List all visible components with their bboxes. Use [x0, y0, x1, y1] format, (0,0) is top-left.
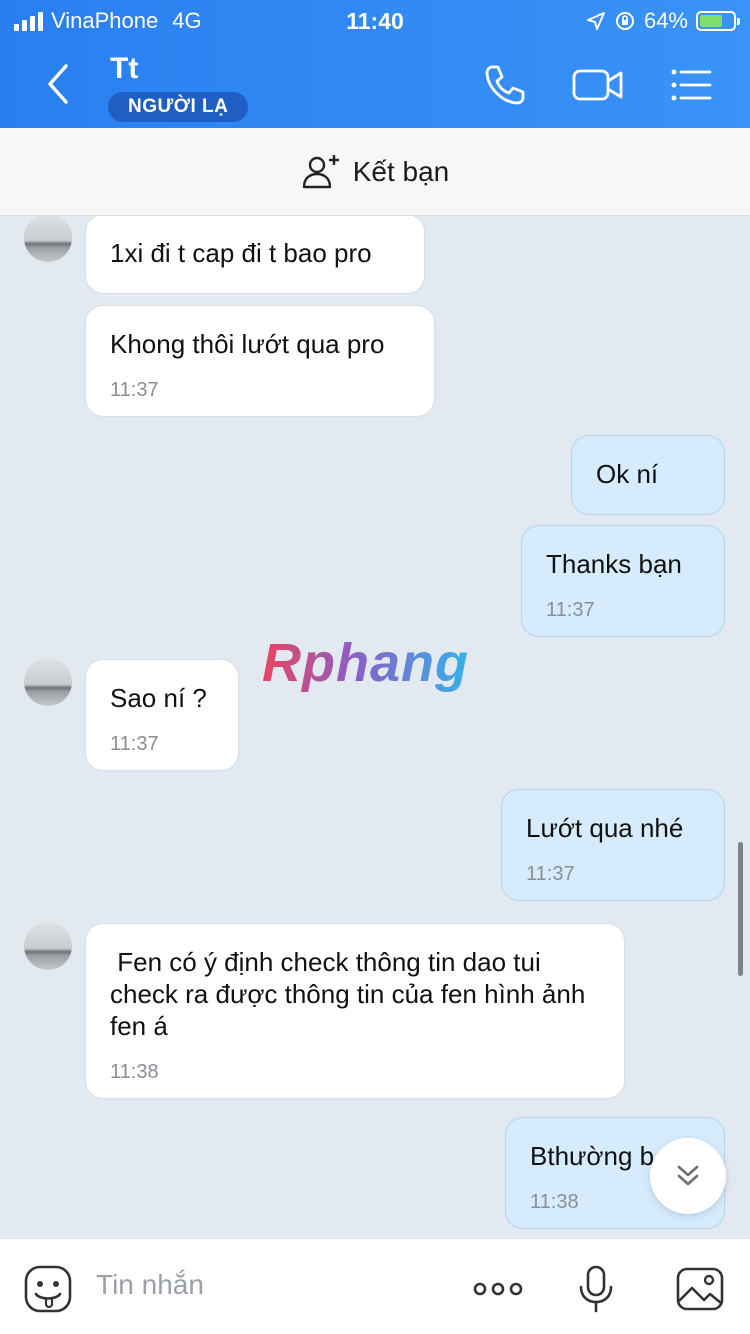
phone-call-icon[interactable] [480, 60, 530, 110]
orientation-lock-icon [615, 12, 634, 30]
composer-bar: Tin nhắn [0, 1238, 750, 1334]
scroll-to-bottom-button[interactable] [650, 1138, 726, 1214]
more-options-icon[interactable] [470, 1263, 526, 1315]
message-text: Sao ní ? [110, 683, 207, 713]
message-bubble-incoming[interactable]: Fen có ý định check thông tin dao tui ch… [85, 923, 625, 1099]
message-bubble-incoming[interactable]: 1xi đi t cap đi t bao pro [85, 216, 425, 294]
message-bubble-outgoing[interactable]: Thanks bạn 11:37 [521, 525, 725, 637]
video-call-icon[interactable] [570, 60, 626, 110]
message-time: 11:37 [110, 733, 159, 755]
microphone-icon[interactable] [570, 1263, 622, 1315]
message-bubble-incoming[interactable]: Sao ní ? 11:37 [85, 659, 239, 771]
contact-avatar[interactable] [24, 922, 72, 970]
add-friend-button[interactable]: Kết bạn [0, 128, 750, 216]
message-input[interactable]: Tin nhắn [96, 1269, 204, 1301]
back-button[interactable] [34, 58, 82, 110]
image-gallery-icon[interactable] [674, 1263, 726, 1315]
add-friend-label: Kết bạn [352, 155, 450, 187]
message-text: Khong thôi lướt qua pro [110, 329, 385, 359]
add-user-icon [302, 154, 339, 188]
message-time: 11:37 [110, 379, 159, 401]
message-bubble-incoming[interactable]: Khong thôi lướt qua pro 11:37 [85, 305, 435, 417]
message-bubble-outgoing[interactable]: Ok ní [571, 435, 725, 515]
chat-header: VinaPhone 4G 11:40 64% Tt NGƯỜI LẠ [0, 0, 750, 128]
message-text: Thanks bạn [546, 549, 682, 579]
scrollbar[interactable] [738, 842, 743, 976]
battery-icon [696, 11, 740, 31]
message-list[interactable]: 1xi đi t cap đi t bao pro Khong thôi lướ… [0, 216, 750, 1238]
message-time: 11:37 [526, 863, 575, 885]
contact-avatar[interactable] [24, 216, 72, 262]
message-bubble-outgoing[interactable]: Lướt qua nhé 11:37 [501, 789, 725, 901]
message-text: Lướt qua nhé [526, 813, 684, 843]
double-chevron-down-icon [677, 1165, 699, 1186]
status-bar: VinaPhone 4G 11:40 64% [0, 0, 750, 42]
message-text: Fen có ý định check thông tin dao tui ch… [110, 947, 593, 1041]
menu-list-icon[interactable] [666, 60, 716, 110]
contact-name[interactable]: Tt [110, 52, 138, 86]
watermark-logo: Rphang [262, 633, 469, 693]
contact-avatar[interactable] [24, 658, 72, 706]
sticker-emoji-icon[interactable] [22, 1263, 74, 1315]
message-time: 11:37 [546, 599, 595, 621]
message-text: Ok ní [596, 459, 659, 489]
message-time: 11:38 [110, 1061, 159, 1083]
stranger-badge: NGƯỜI LẠ [108, 92, 249, 122]
battery-percent: 64% [643, 8, 688, 33]
location-icon [586, 12, 605, 30]
message-text: 1xi đi t cap đi t bao pro [110, 238, 372, 268]
